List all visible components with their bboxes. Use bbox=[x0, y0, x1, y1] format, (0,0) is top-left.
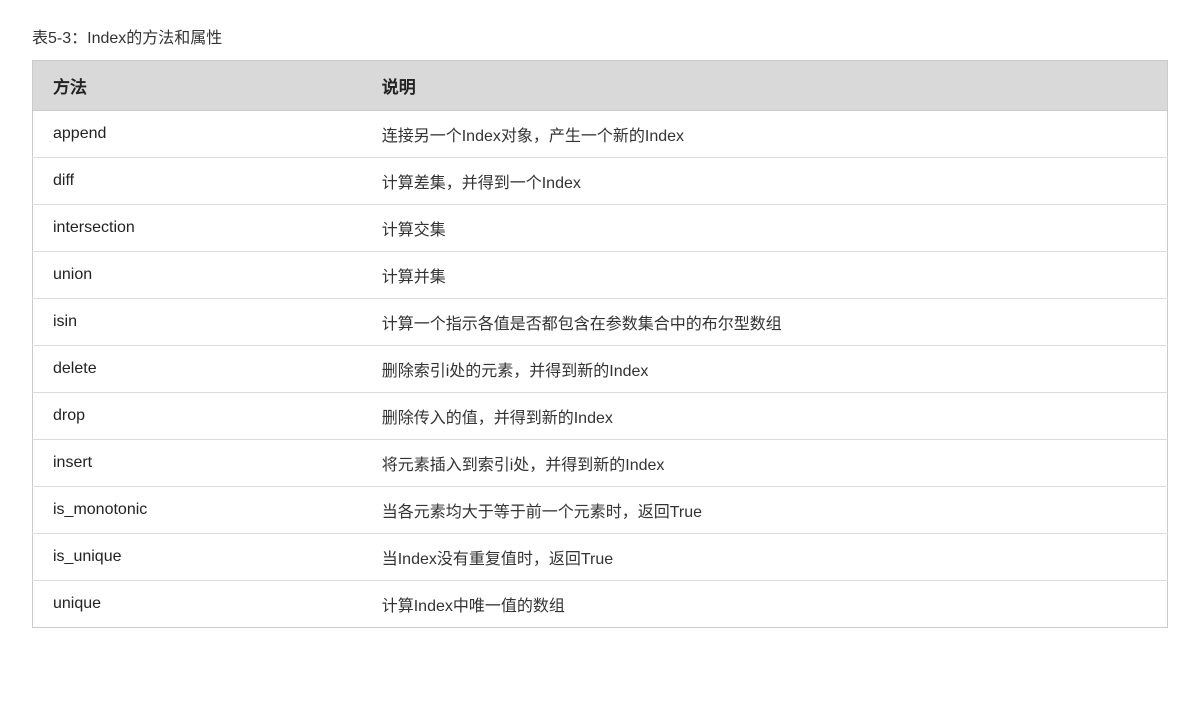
cell-description: 当各元素均大于等于前一个元素时，返回True bbox=[362, 487, 1168, 534]
table-row: is_unique当Index没有重复值时，返回True bbox=[33, 534, 1168, 581]
cell-method: intersection bbox=[33, 205, 362, 252]
table-title: 表5-3：Index的方法和属性 bbox=[32, 24, 1168, 48]
table-row: unique计算Index中唯一值的数组 bbox=[33, 581, 1168, 628]
cell-method: is_monotonic bbox=[33, 487, 362, 534]
cell-description: 将元素插入到索引i处，并得到新的Index bbox=[362, 440, 1168, 487]
cell-method: isin bbox=[33, 299, 362, 346]
table-row: diff计算差集，并得到一个Index bbox=[33, 158, 1168, 205]
table-row: intersection计算交集 bbox=[33, 205, 1168, 252]
cell-description: 计算差集，并得到一个Index bbox=[362, 158, 1168, 205]
table-header-row: 方法 说明 bbox=[33, 61, 1168, 111]
cell-method: union bbox=[33, 252, 362, 299]
table-row: union计算并集 bbox=[33, 252, 1168, 299]
cell-method: diff bbox=[33, 158, 362, 205]
cell-method: drop bbox=[33, 393, 362, 440]
cell-method: is_unique bbox=[33, 534, 362, 581]
cell-description: 删除索引i处的元素，并得到新的Index bbox=[362, 346, 1168, 393]
cell-description: 连接另一个Index对象，产生一个新的Index bbox=[362, 111, 1168, 158]
cell-method: insert bbox=[33, 440, 362, 487]
cell-method: unique bbox=[33, 581, 362, 628]
cell-method: delete bbox=[33, 346, 362, 393]
cell-description: 计算交集 bbox=[362, 205, 1168, 252]
table-row: isin计算一个指示各值是否都包含在参数集合中的布尔型数组 bbox=[33, 299, 1168, 346]
cell-description: 计算Index中唯一值的数组 bbox=[362, 581, 1168, 628]
table-row: append连接另一个Index对象，产生一个新的Index bbox=[33, 111, 1168, 158]
cell-description: 计算一个指示各值是否都包含在参数集合中的布尔型数组 bbox=[362, 299, 1168, 346]
cell-description: 计算并集 bbox=[362, 252, 1168, 299]
table-row: drop删除传入的值，并得到新的Index bbox=[33, 393, 1168, 440]
table-row: is_monotonic当各元素均大于等于前一个元素时，返回True bbox=[33, 487, 1168, 534]
cell-description: 删除传入的值，并得到新的Index bbox=[362, 393, 1168, 440]
header-description: 说明 bbox=[362, 61, 1168, 111]
cell-method: append bbox=[33, 111, 362, 158]
table-row: insert将元素插入到索引i处，并得到新的Index bbox=[33, 440, 1168, 487]
table-row: delete删除索引i处的元素，并得到新的Index bbox=[33, 346, 1168, 393]
header-method: 方法 bbox=[33, 61, 362, 111]
cell-description: 当Index没有重复值时，返回True bbox=[362, 534, 1168, 581]
index-methods-table: 方法 说明 append连接另一个Index对象，产生一个新的Indexdiff… bbox=[32, 60, 1168, 628]
